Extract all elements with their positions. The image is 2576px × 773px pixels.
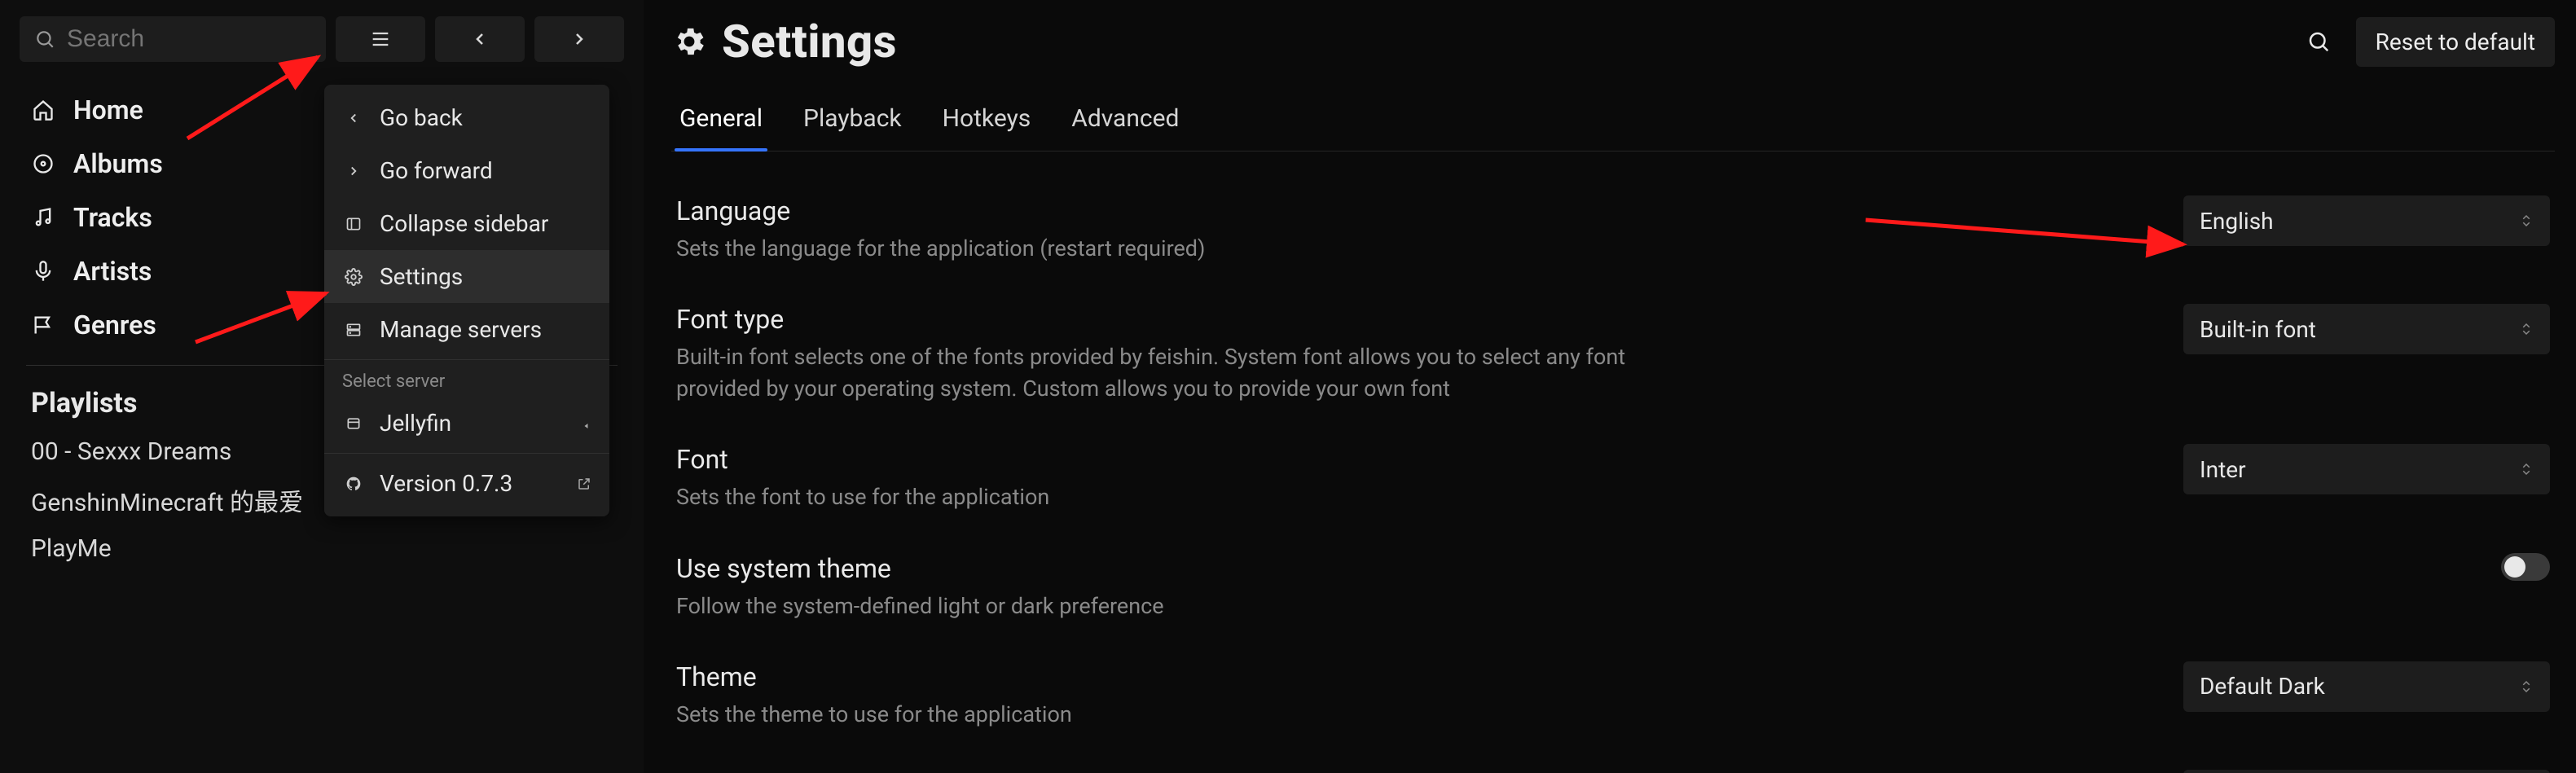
menu-version[interactable]: Version 0.7.3 xyxy=(324,457,609,510)
sidebar-item-label: Albums xyxy=(73,148,163,179)
sidebar-item-label: Home xyxy=(73,94,143,125)
menu-item-label: Settings xyxy=(380,263,463,290)
nav-back-button[interactable] xyxy=(435,16,525,62)
setting-label: Theme xyxy=(676,661,1654,692)
system-theme-toggle[interactable] xyxy=(2501,553,2550,581)
select-value: Inter xyxy=(2200,456,2246,483)
toggle-knob xyxy=(2504,556,2525,578)
search-icon xyxy=(2306,29,2331,54)
menu-item-label: Manage servers xyxy=(380,316,542,343)
setting-description: Sets the font to use for the application xyxy=(676,481,1654,513)
tab-advanced[interactable]: Advanced xyxy=(1070,93,1180,151)
search-input[interactable] xyxy=(67,25,311,53)
mic-icon xyxy=(32,260,55,283)
sidebar-item-label: Genres xyxy=(73,310,156,340)
sidebar-item-label: Tracks xyxy=(73,202,152,233)
search-box[interactable] xyxy=(20,16,326,62)
tab-playback[interactable]: Playback xyxy=(802,93,903,151)
page-title: Settings xyxy=(722,15,897,68)
setting-label: Language xyxy=(676,195,1654,226)
chevrons-up-down-icon xyxy=(2519,678,2534,696)
gear-icon xyxy=(671,24,707,59)
chevrons-up-down-icon xyxy=(2519,320,2534,338)
setting-row-system-theme: Use system theme Follow the system-defin… xyxy=(676,538,2550,647)
menu-divider xyxy=(324,453,609,454)
app-menu: Go back Go forward Collapse sidebar Sett… xyxy=(324,85,609,516)
setting-row-language: Language Sets the language for the appli… xyxy=(676,181,2550,289)
menu-item-label: Go back xyxy=(380,104,463,131)
setting-label: Font xyxy=(676,444,1654,475)
setting-description: Sets the language for the application (r… xyxy=(676,233,1654,265)
hamburger-icon xyxy=(369,28,392,51)
server-icon xyxy=(345,322,362,338)
chevron-right-icon xyxy=(569,29,589,49)
setting-description: Sets the theme to use for the applicatio… xyxy=(676,699,1654,731)
theme-select[interactable]: Default Dark xyxy=(2183,661,2550,712)
database-icon xyxy=(345,415,362,432)
select-value: English xyxy=(2200,208,2274,235)
menu-go-back[interactable]: Go back xyxy=(324,91,609,144)
github-icon xyxy=(345,476,362,492)
menu-item-label: Go forward xyxy=(380,157,493,184)
chevrons-up-down-icon xyxy=(2519,212,2534,230)
reset-to-default-button[interactable]: Reset to default xyxy=(2356,17,2555,67)
sidebar-icon xyxy=(345,216,362,232)
setting-row-accent-color: Accent color Sets the accent color for t… xyxy=(676,755,2550,773)
chevrons-up-down-icon xyxy=(2519,460,2534,478)
setting-description: Built-in font selects one of the fonts p… xyxy=(676,341,1654,405)
gear-icon xyxy=(345,268,363,286)
setting-label: Use system theme xyxy=(676,553,1654,584)
search-settings-button[interactable] xyxy=(2299,22,2338,61)
menu-divider xyxy=(324,359,609,360)
tab-general[interactable]: General xyxy=(678,93,764,151)
menu-manage-servers[interactable]: Manage servers xyxy=(324,303,609,356)
nav-forward-button[interactable] xyxy=(534,16,624,62)
setting-description: Follow the system-defined light or dark … xyxy=(676,591,1654,622)
select-value: Built-in font xyxy=(2200,316,2316,343)
menu-item-label: Jellyfin xyxy=(380,410,451,437)
menu-item-label: Collapse sidebar xyxy=(380,210,548,237)
flag-icon xyxy=(32,314,55,336)
playlist-item[interactable]: PlayMe xyxy=(20,526,624,571)
caret-left-icon xyxy=(582,421,591,431)
chevron-left-icon xyxy=(470,29,490,49)
tab-hotkeys[interactable]: Hotkeys xyxy=(941,93,1033,151)
menu-button[interactable] xyxy=(336,16,425,62)
menu-collapse-sidebar[interactable]: Collapse sidebar xyxy=(324,197,609,250)
chevron-left-icon xyxy=(346,111,361,125)
menu-section-label: Select server xyxy=(324,363,609,397)
search-icon xyxy=(34,29,55,50)
music-note-icon xyxy=(32,206,55,229)
font-select[interactable]: Inter xyxy=(2183,444,2550,494)
menu-server-item[interactable]: Jellyfin xyxy=(324,397,609,450)
external-link-icon xyxy=(577,477,591,491)
chevron-right-icon xyxy=(346,164,361,178)
album-icon xyxy=(32,152,55,175)
menu-go-forward[interactable]: Go forward xyxy=(324,144,609,197)
setting-row-font: Font Sets the font to use for the applic… xyxy=(676,429,2550,538)
setting-label: Accent color xyxy=(676,770,1654,773)
setting-label: Font type xyxy=(676,304,1654,335)
settings-tabs: General Playback Hotkeys Advanced xyxy=(671,93,2555,152)
language-select[interactable]: English xyxy=(2183,195,2550,246)
font-type-select[interactable]: Built-in font xyxy=(2183,304,2550,354)
setting-row-font-type: Font type Built-in font selects one of t… xyxy=(676,289,2550,429)
home-icon xyxy=(32,99,55,121)
menu-settings[interactable]: Settings xyxy=(324,250,609,303)
sidebar-item-label: Artists xyxy=(73,256,152,287)
setting-row-theme: Theme Sets the theme to use for the appl… xyxy=(676,647,2550,755)
menu-item-label: Version 0.7.3 xyxy=(380,470,512,497)
accent-color-input[interactable]: rgb(53, 116, 252) xyxy=(2183,770,2550,773)
select-value: Default Dark xyxy=(2200,673,2325,700)
